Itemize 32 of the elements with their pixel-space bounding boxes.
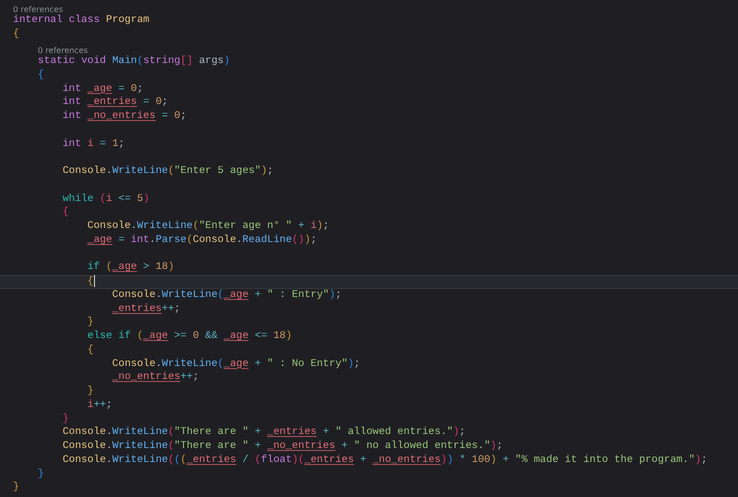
code-line: int _no_entries = 0; bbox=[62, 110, 188, 124]
code-line: { bbox=[36, 68, 45, 82]
references-link[interactable]: 0 references bbox=[38, 46, 88, 56]
code-line: { bbox=[62, 206, 70, 220]
code-line: _no_entries++; bbox=[111, 371, 200, 385]
code-line: Console.WriteLine(_age + " : Entry"); bbox=[111, 288, 343, 302]
code-line: Console.WriteLine("Enter 5 ages"); bbox=[62, 165, 274, 179]
code-line: Console.WriteLine("There are " + _entries + " allowed entries."); bbox=[62, 426, 466, 440]
code-line: } bbox=[62, 412, 70, 426]
text-cursor bbox=[94, 275, 95, 287]
code-line: int _age = 0; bbox=[62, 82, 144, 96]
code-line: internal class Program bbox=[13, 14, 150, 28]
code-line: int i = 1; bbox=[62, 138, 126, 152]
code-line: } bbox=[36, 468, 45, 482]
code-line: _age = int.Parse(Console.ReadLine()); bbox=[86, 234, 318, 248]
code-line: if (_age > 18) bbox=[86, 261, 176, 275]
code-line: static void Main(string[] args) bbox=[36, 55, 231, 69]
code-line: Console.WriteLine(_age + " : No Entry"); bbox=[111, 358, 362, 372]
code-line: int _entries = 0; bbox=[62, 96, 169, 110]
code-line: i++; bbox=[86, 398, 114, 412]
code-line: Console.WriteLine("Enter age n° " + i); bbox=[86, 220, 330, 234]
code-line: Console.WriteLine(((_entries / (float)(_entries + _no_entries)) * 100) + "% made it into the program."); bbox=[62, 454, 708, 468]
code-line: } bbox=[13, 481, 20, 495]
references-link[interactable]: 0 references bbox=[13, 5, 63, 14]
code-line: } bbox=[86, 385, 95, 399]
code-line: { bbox=[86, 344, 95, 358]
code-line: else if (_age >= 0 && _age <= 18) bbox=[86, 330, 293, 344]
code-line: _entries++; bbox=[111, 302, 182, 316]
code-line: Console.WriteLine("There are " + _no_entries + " no allowed entries."); bbox=[62, 440, 504, 454]
code-line: { bbox=[13, 28, 20, 42]
code-line: while (i <= 5) bbox=[62, 192, 150, 206]
code-line: } bbox=[86, 316, 95, 330]
